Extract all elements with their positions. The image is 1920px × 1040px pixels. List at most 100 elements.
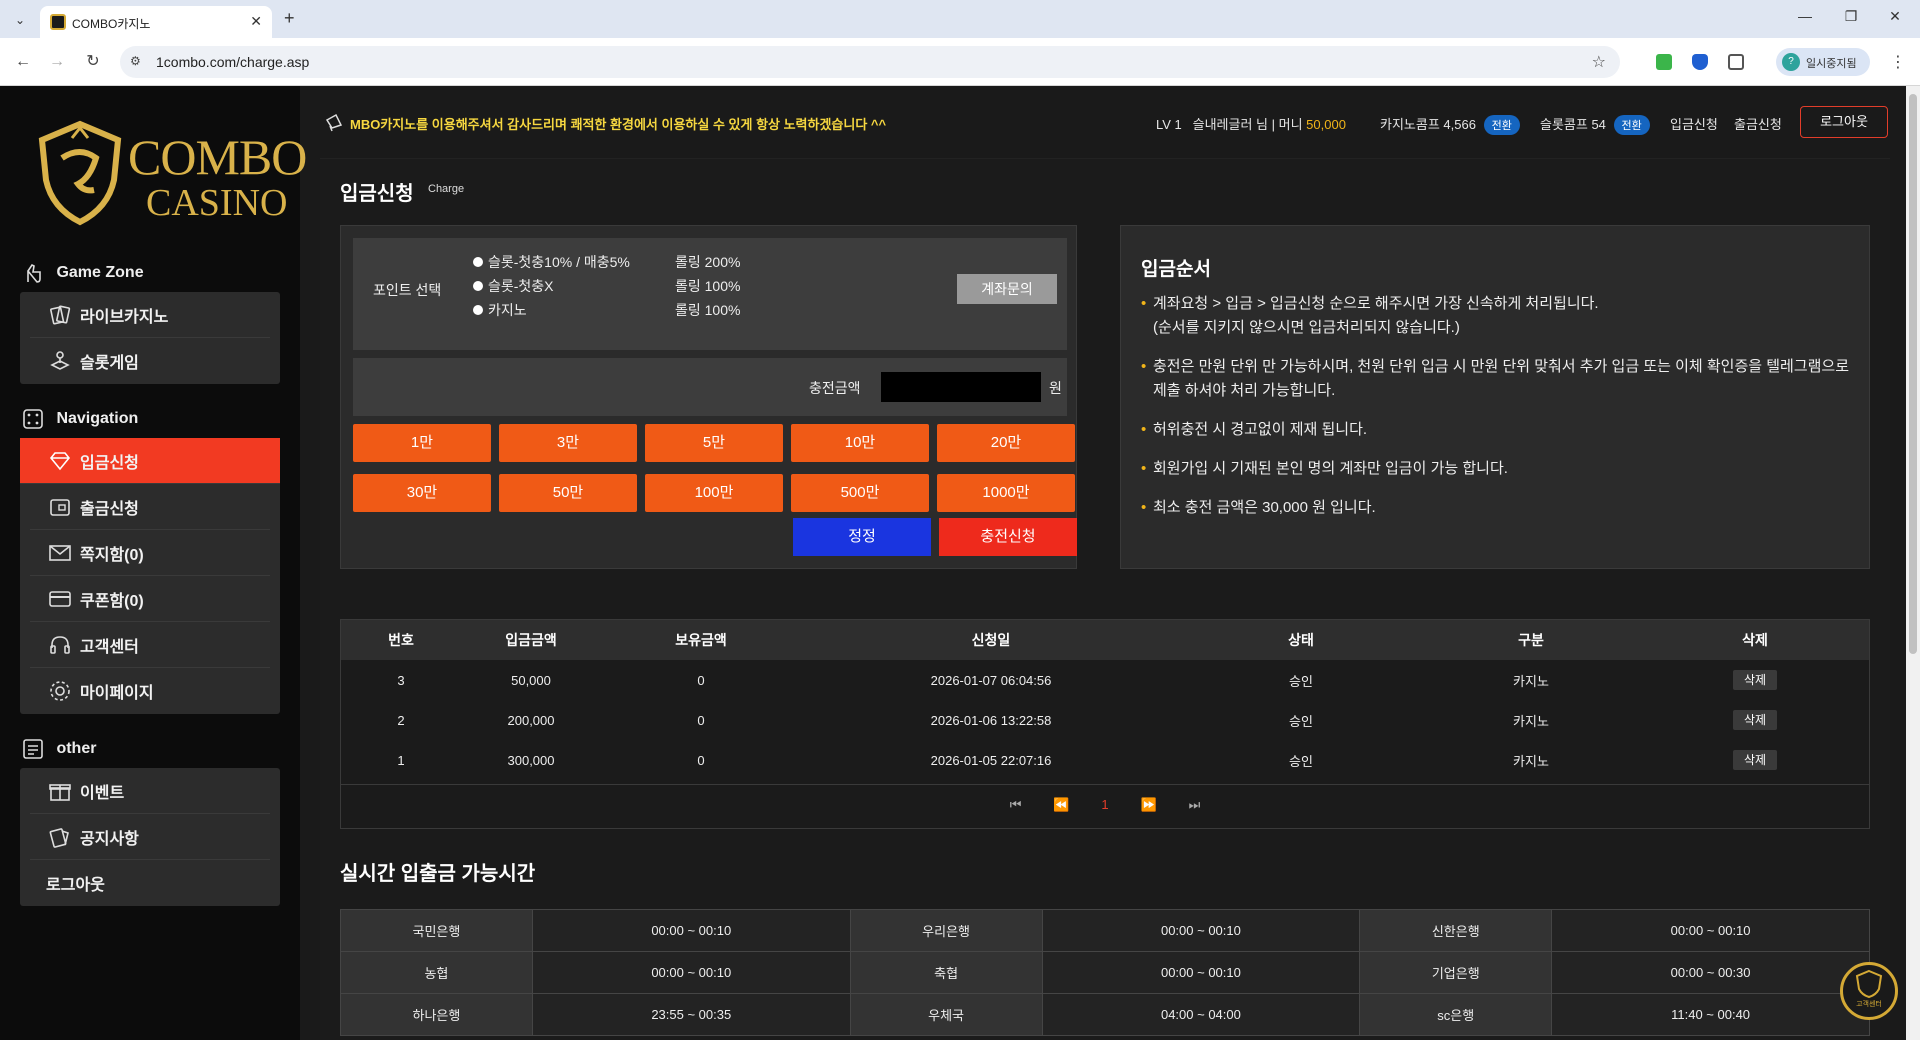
scrollbar-thumb[interactable]	[1909, 94, 1917, 654]
notice-icon	[49, 827, 69, 848]
column-header: 구분	[1421, 620, 1641, 660]
browser-tab[interactable]: COMBO카지노 ✕	[40, 6, 272, 38]
page-scrollbar[interactable]	[1906, 86, 1920, 1040]
restore-icon[interactable]: ❐	[1836, 8, 1866, 25]
radio-icon[interactable]	[473, 305, 483, 315]
browser-menu-icon[interactable]: ⋮	[1890, 52, 1906, 72]
quick-amount-button[interactable]: 1000만	[937, 474, 1075, 512]
sidebar-item-withdraw[interactable]: 출금신청	[30, 484, 270, 530]
page-subtitle: Charge	[428, 183, 465, 195]
profile-button[interactable]: ? 일시중지됨	[1776, 48, 1870, 76]
quick-amount-button[interactable]: 1만	[353, 424, 491, 462]
bank-name: 우체국	[849, 993, 1043, 1036]
point-option-slot-first[interactable]: 슬롯-첫충10% / 매충5%	[473, 252, 630, 272]
charge-amount-input[interactable]	[881, 372, 1041, 402]
cell-date: 2026-01-07 06:04:56	[930, 672, 1052, 688]
new-tab-icon[interactable]: +	[284, 8, 295, 29]
radio-icon[interactable]	[473, 257, 483, 267]
list-item: 충전은 만원 단위 만 가능하시며, 천원 단위 입금 시 만원 단위 맞춰서 …	[1141, 355, 1851, 403]
rolling-rate: 롤링 200%	[675, 254, 741, 270]
quick-amount-button[interactable]: 500만	[791, 474, 929, 512]
logout-button[interactable]: 로그아웃	[1800, 106, 1888, 138]
quick-amount-button[interactable]: 20만	[937, 424, 1075, 462]
shield-extension-icon[interactable]	[1692, 54, 1708, 70]
quick-amount-button[interactable]: 3만	[499, 424, 637, 462]
bank-name: 농협	[340, 951, 533, 994]
forward-icon[interactable]: →	[46, 52, 68, 74]
sidebar-item-support[interactable]: 고객센터	[30, 622, 270, 668]
bank-name: 축협	[849, 951, 1043, 994]
table-row: 하나은행 23:55 ~ 00:35 우체국 04:00 ~ 04:00 sc은…	[340, 993, 1870, 1036]
delete-button[interactable]: 삭제	[1733, 750, 1777, 770]
bank-hours: 00:00 ~ 00:30	[1551, 951, 1870, 994]
tab-title: COMBO카지노	[72, 17, 151, 31]
deposit-history-table: 번호 입금금액 보유금액 신청일 상태 구분 삭제 3 50,000 0 202…	[340, 619, 1870, 829]
reset-button[interactable]: 정정	[793, 518, 931, 556]
charge-submit-button[interactable]: 충전신청	[939, 518, 1077, 556]
account-inquiry-button[interactable]: 계좌문의	[957, 274, 1057, 304]
menu-group-game-zone: 라이브카지노 슬롯게임	[20, 292, 280, 384]
reload-icon[interactable]: ↻	[82, 52, 104, 74]
card-icon	[49, 590, 71, 607]
deposit-order-box: 입금순서 계좌요청 > 입금 > 입금신청 순으로 해주시면 가장 신속하게 처…	[1120, 225, 1870, 569]
list-item: 계좌요청 > 입금 > 입금신청 순으로 해주시면 가장 신속하게 처리됩니다.…	[1141, 292, 1851, 340]
first-page-icon[interactable]: ⏮	[1010, 797, 1022, 813]
tab-search-chevron-icon[interactable]: ⌄	[10, 10, 30, 30]
customer-center-badge[interactable]: 고객센터	[1840, 962, 1898, 1020]
point-option-casino[interactable]: 카지노	[473, 300, 527, 320]
sidebar-item-messages[interactable]: 쪽지함(0)	[30, 530, 270, 576]
top-deposit-link[interactable]: 입금신청	[1670, 114, 1718, 133]
current-page[interactable]: 1	[1101, 797, 1108, 812]
quick-amount-button[interactable]: 5만	[645, 424, 783, 462]
cell-delete: 삭제	[1641, 660, 1869, 700]
browser-toolbar: ← → ↻ ⚙ 1combo.com/charge.asp ☆ ? 일시중지됨 …	[0, 38, 1920, 86]
casino-comp-convert-button[interactable]: 전환	[1483, 115, 1520, 135]
logo-wordmark: COMBO CASINO	[128, 129, 307, 224]
page: COMBO CASINO Game Zone 라이브카지노 슬롯게임 Navig…	[0, 86, 1920, 1040]
sidebar-item-logout[interactable]: 로그아웃	[30, 860, 270, 906]
bookmark-star-icon[interactable]: ☆	[1592, 52, 1606, 72]
quick-amount-button[interactable]: 10만	[791, 424, 929, 462]
point-option-slot-none[interactable]: 슬롯-첫충X	[473, 276, 554, 296]
cell-date: 2026-01-06 13:22:58	[930, 712, 1052, 728]
site-info-icon[interactable]: ⚙	[130, 54, 141, 68]
user-money: 50,000	[1306, 117, 1346, 132]
bank-hours: 04:00 ~ 04:00	[1041, 993, 1361, 1036]
sidebar-item-deposit[interactable]: 입금신청	[20, 438, 280, 484]
minimize-icon[interactable]: —	[1790, 8, 1820, 24]
address-bar[interactable]: ⚙ 1combo.com/charge.asp ☆	[120, 46, 1620, 78]
charge-amount-row: 충전금액 원	[353, 358, 1067, 416]
delete-button[interactable]: 삭제	[1733, 670, 1777, 690]
bank-hours: 11:40 ~ 00:40	[1551, 993, 1870, 1036]
sidebar-item-live-casino[interactable]: 라이브카지노	[30, 292, 270, 338]
url-text[interactable]: 1combo.com/charge.asp	[156, 54, 309, 70]
sidebar-item-coupons[interactable]: 쿠폰함(0)	[30, 576, 270, 622]
window-close-icon[interactable]: ✕	[1880, 8, 1910, 25]
quick-amount-button[interactable]: 30만	[353, 474, 491, 512]
bank-name: 기업은행	[1359, 951, 1553, 994]
delete-button[interactable]: 삭제	[1733, 710, 1777, 730]
cards-icon	[50, 305, 71, 324]
last-page-icon[interactable]: ⏭	[1189, 797, 1201, 813]
bank-name: 국민은행	[340, 909, 533, 952]
combo-casino-logo[interactable]: COMBO CASINO	[32, 118, 307, 228]
radio-icon[interactable]	[473, 281, 483, 291]
prev-page-icon[interactable]: ⏪	[1053, 797, 1069, 813]
sidebar-item-event[interactable]: 이벤트	[30, 768, 270, 814]
sidebar-item-slot-game[interactable]: 슬롯게임	[30, 338, 270, 384]
sidebar-item-mypage[interactable]: 마이페이지	[30, 668, 270, 714]
notice-marquee: MBO카지노를 이용해주셔서 감사드리며 쾌적한 환경에서 이용하실 수 있게 …	[350, 117, 887, 132]
user-level: LV 1	[1156, 117, 1182, 132]
quick-amount-button[interactable]: 100만	[645, 474, 783, 512]
extensions-puzzle-icon[interactable]	[1728, 54, 1744, 70]
tab-close-icon[interactable]: ✕	[250, 13, 262, 30]
quick-amount-button[interactable]: 50만	[499, 474, 637, 512]
top-withdraw-link[interactable]: 출금신청	[1734, 114, 1782, 133]
extension-icon[interactable]	[1656, 54, 1672, 70]
cell-no: 1	[397, 752, 405, 768]
slot-comp-convert-button[interactable]: 전환	[1613, 115, 1650, 135]
next-page-icon[interactable]: ⏩	[1141, 797, 1157, 813]
back-icon[interactable]: ←	[12, 52, 34, 74]
shield-logo-icon	[1855, 969, 1883, 999]
sidebar-item-notice[interactable]: 공지사항	[30, 814, 270, 860]
